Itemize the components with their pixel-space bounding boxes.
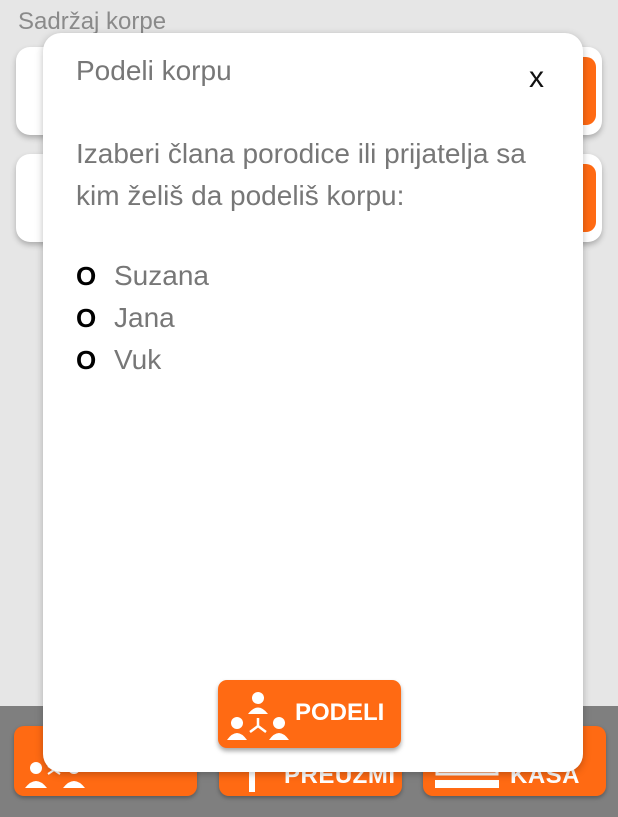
radio-icon[interactable]: O [76,261,100,292]
share-button-label: PODELI [295,699,385,726]
recipient-options: O Suzana O Jana O Vuk [76,255,209,381]
recipient-name: Suzana [114,260,209,291]
recipient-option-vuk[interactable]: O Vuk [76,339,209,381]
share-cart-dialog: Podeli korpu x Izaberi člana porodice il… [43,33,583,772]
close-button[interactable]: x [529,63,544,93]
recipient-name: Vuk [114,344,162,375]
radio-icon[interactable]: O [76,303,100,334]
dialog-title: Podeli korpu [76,55,232,86]
radio-icon[interactable]: O [76,345,100,376]
people-share-icon [227,692,289,740]
dialog-instruction: Izaberi člana porodice ili prijatelja sa… [76,138,526,211]
recipient-option-jana[interactable]: O Jana [76,297,209,339]
cart-contents-title: Sadržaj korpe [18,8,167,35]
recipient-option-suzana[interactable]: O Suzana [76,255,209,297]
share-button[interactable]: PODELI [218,680,401,748]
recipient-name: Jana [114,302,175,333]
